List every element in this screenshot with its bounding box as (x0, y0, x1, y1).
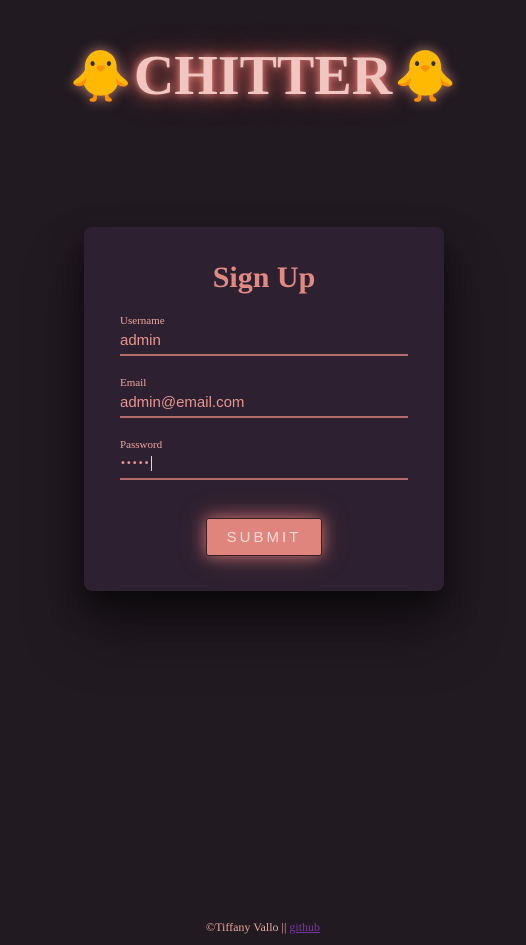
footer-copyright: ©Tiffany Vallo || (205, 920, 290, 934)
password-masked-value: ••••• (120, 457, 150, 469)
app-header: 🐥 CHITTER 🐥 (0, 36, 526, 116)
submit-button[interactable]: SUBMIT (206, 518, 322, 556)
password-field-group: Password ••••• (120, 438, 408, 480)
text-caret (150, 455, 152, 471)
username-field-group: Username (120, 314, 408, 356)
username-input[interactable] (120, 328, 408, 356)
username-label: Username (120, 315, 165, 327)
signup-page: 🐥 CHITTER 🐥 Sign Up Username Email Passw… (0, 0, 526, 945)
chick-emoji-right-icon: 🐥 (394, 48, 457, 104)
chick-emoji-left-icon: 🐥 (69, 48, 132, 104)
brand-title: CHITTER (133, 45, 393, 107)
email-label: Email (120, 377, 147, 389)
signup-card: Sign Up Username Email Password ••••• SU… (84, 227, 444, 591)
password-label: Password (120, 439, 163, 451)
footer: ©Tiffany Vallo || github (0, 920, 526, 935)
form-title: Sign Up (212, 261, 316, 294)
email-field-group: Email (120, 376, 408, 418)
password-input[interactable]: ••••• (120, 452, 408, 480)
github-link[interactable]: github (289, 920, 320, 934)
email-input[interactable] (120, 390, 408, 418)
